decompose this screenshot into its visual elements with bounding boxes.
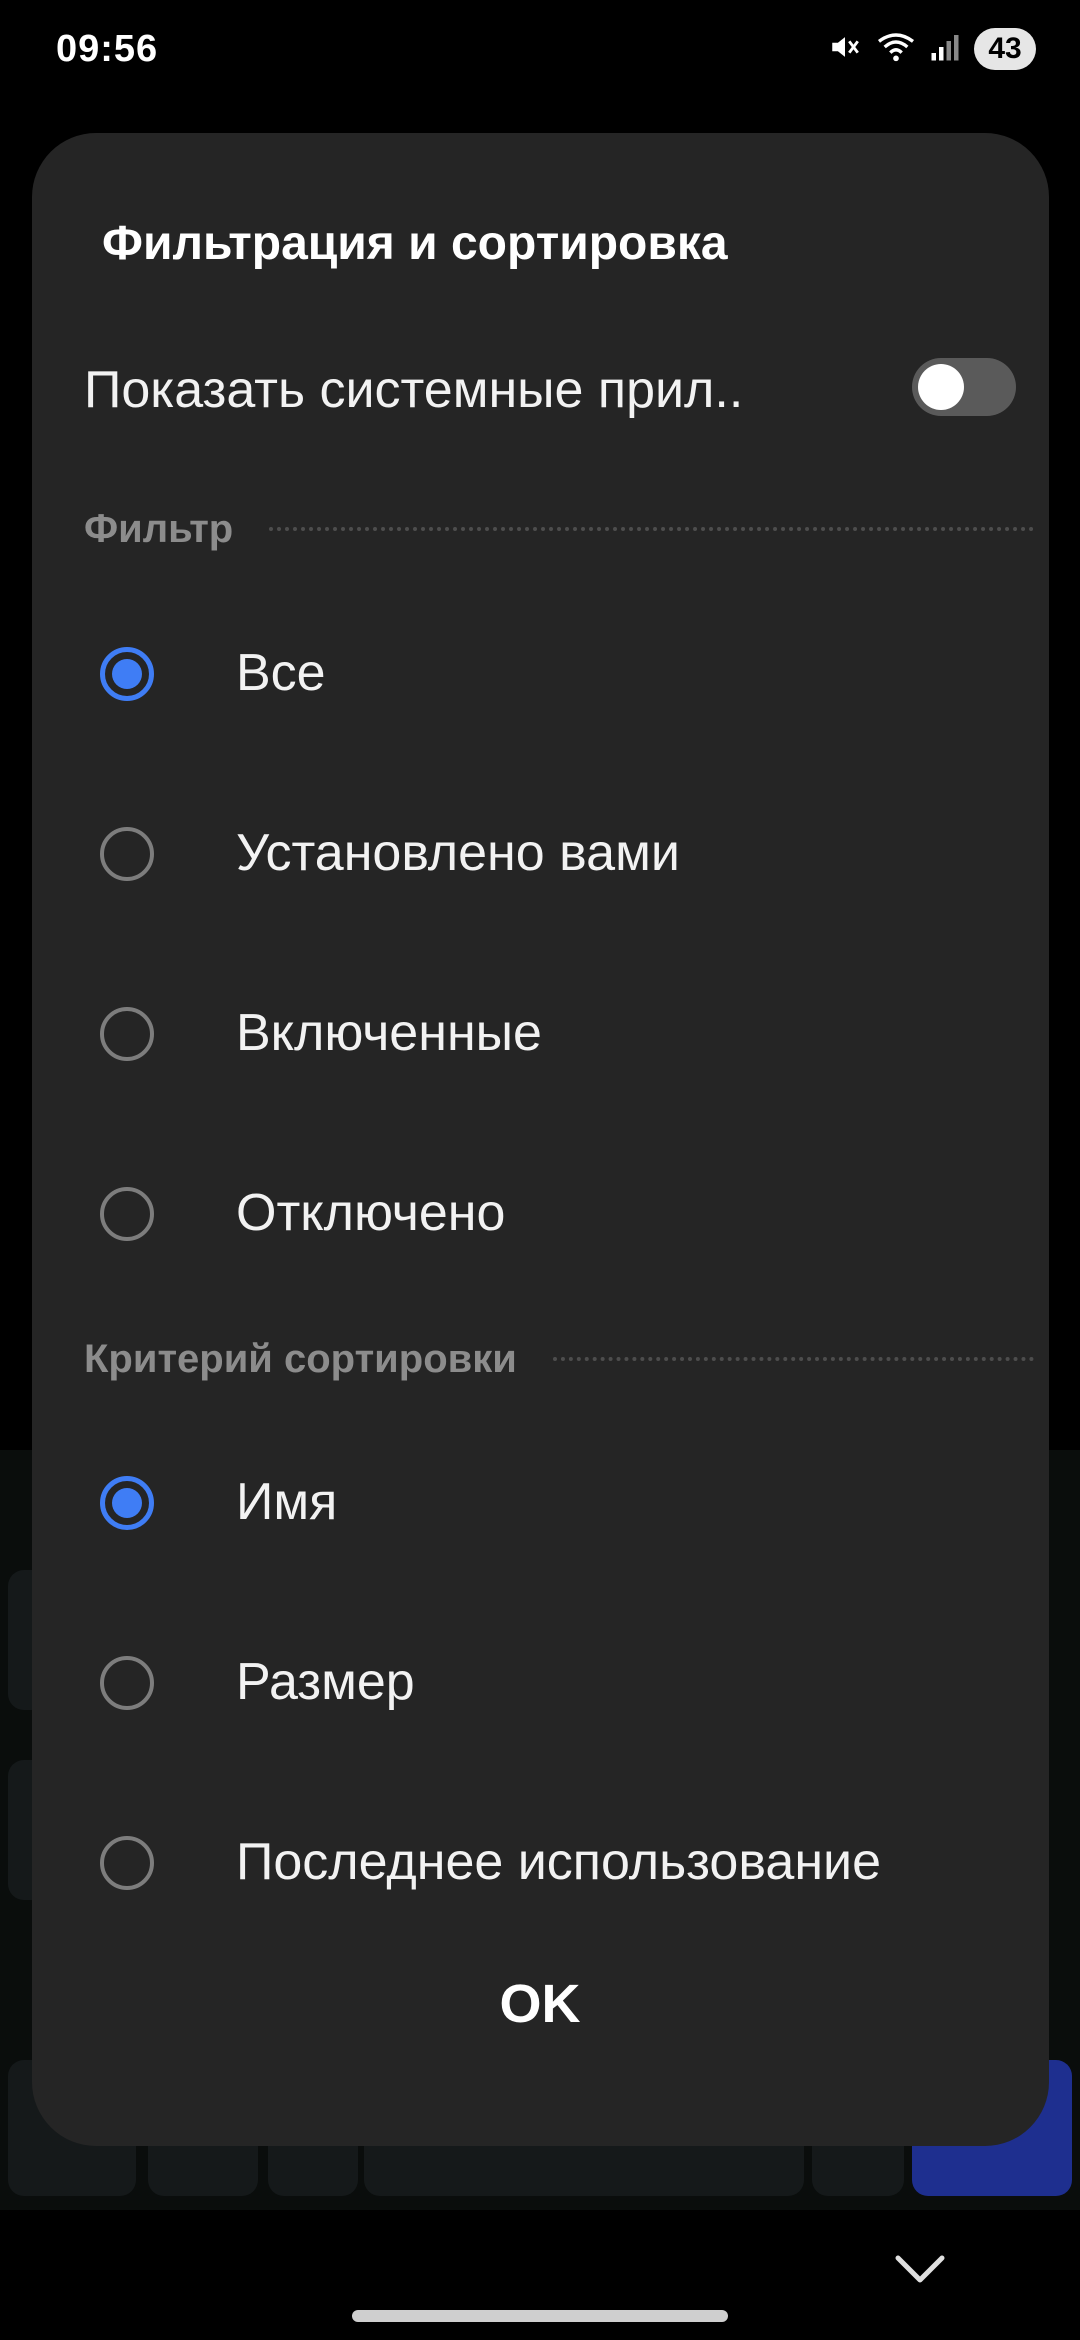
wifi-icon (876, 30, 916, 69)
filter-section-header: Фильтр (84, 499, 1034, 559)
sort-section-header: Критерий сортировки (84, 1329, 1034, 1389)
filter-option-enabled[interactable]: Включенные (32, 957, 1049, 1117)
show-system-apps-label: Показать системные прил.. (84, 361, 744, 419)
sort-option-label: Размер (236, 1653, 415, 1711)
section-divider (269, 527, 1034, 531)
sort-option-label: Имя (236, 1473, 338, 1531)
sort-option-label: Последнее использование (236, 1833, 881, 1891)
filter-option-label: Все (236, 644, 326, 702)
filter-option-label: Установлено вами (236, 824, 680, 882)
home-indicator[interactable] (352, 2310, 728, 2322)
radio-unselected-icon[interactable] (100, 1836, 154, 1890)
filter-option-disabled[interactable]: Отключено (32, 1137, 1049, 1297)
battery-icon: 43 (974, 28, 1036, 70)
radio-unselected-icon[interactable] (100, 827, 154, 881)
status-time: 09:56 (56, 28, 159, 70)
filter-option-label: Включенные (236, 1004, 542, 1062)
filter-header-label: Фильтр (84, 506, 234, 551)
ok-button[interactable]: OK (420, 1949, 660, 2059)
mute-icon (828, 30, 862, 69)
filter-sort-dialog: Фильтрация и сортировка Показать системн… (32, 133, 1049, 2146)
sort-option-last-used[interactable]: Последнее использование (32, 1786, 1049, 1946)
sort-header-label: Критерий сортировки (84, 1336, 517, 1381)
dialog-title: Фильтрация и сортировка (102, 217, 728, 270)
sort-option-size[interactable]: Размер (32, 1606, 1049, 1766)
radio-selected-icon[interactable] (100, 1476, 154, 1530)
filter-option-installed-by-you[interactable]: Установлено вами (32, 777, 1049, 937)
signal-icon (930, 32, 960, 67)
radio-unselected-icon[interactable] (100, 1187, 154, 1241)
toggle-knob (918, 364, 964, 410)
filter-option-label: Отключено (236, 1184, 506, 1242)
radio-selected-icon[interactable] (100, 647, 154, 701)
chevron-down-icon[interactable] (890, 2240, 950, 2300)
radio-unselected-icon[interactable] (100, 1007, 154, 1061)
show-system-apps-toggle[interactable] (912, 358, 1016, 416)
filter-option-all[interactable]: Все (32, 597, 1049, 757)
sort-option-name[interactable]: Имя (32, 1426, 1049, 1586)
status-icons: 43 (828, 28, 1036, 70)
show-system-apps-row[interactable]: Показать системные прил.. (84, 338, 1024, 438)
radio-unselected-icon[interactable] (100, 1656, 154, 1710)
section-divider (552, 1357, 1034, 1361)
status-bar: 09:56 43 (0, 0, 1080, 100)
